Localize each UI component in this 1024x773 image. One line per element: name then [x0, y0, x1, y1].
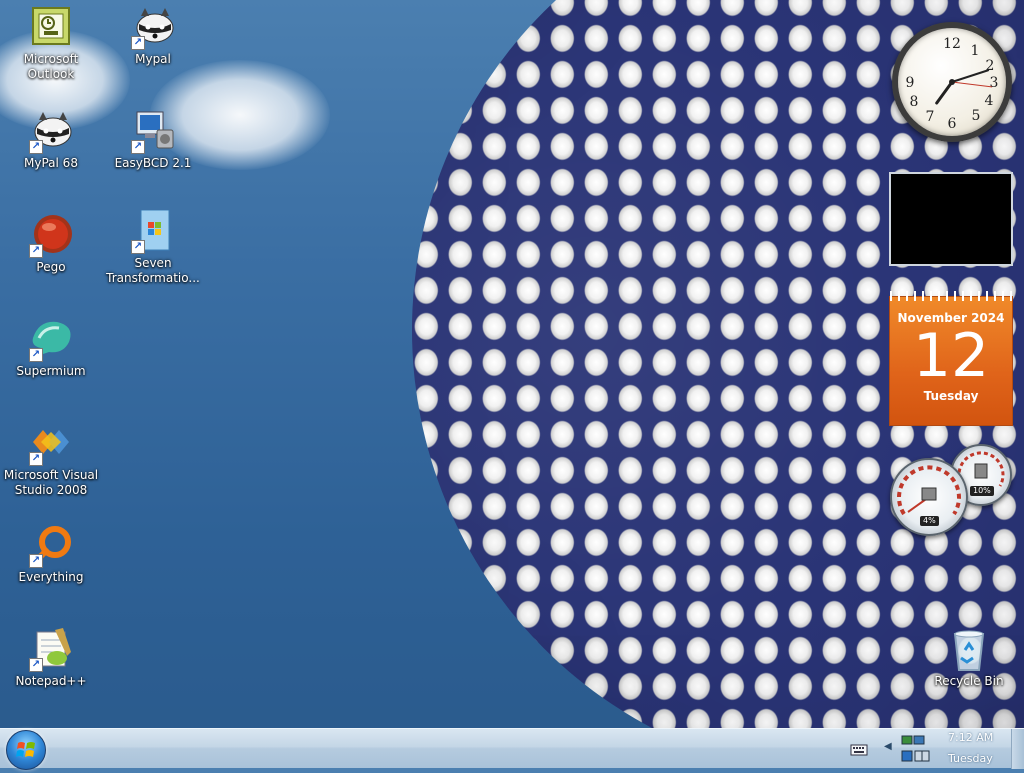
slideshow-gadget[interactable]	[889, 172, 1013, 266]
icon-label: Everything	[18, 570, 84, 584]
icon-label: Seven Transformatio...	[106, 256, 200, 285]
computer-icon: ↗	[131, 110, 175, 154]
shortcut-arrow-icon: ↗	[29, 658, 43, 672]
svg-text:6: 6	[948, 116, 957, 132]
memory-value: 10%	[970, 486, 994, 496]
keyboard-icon[interactable]	[850, 741, 868, 757]
shortcut-arrow-icon: ↗	[29, 452, 43, 466]
icon-label: Supermium	[16, 364, 86, 378]
desktop[interactable]: Microsoft Outlook ↗ Mypal ↗ MyPal 68 ↗ E…	[0, 0, 1024, 728]
cpu-value: 4%	[920, 516, 939, 526]
calendar-day: 12	[912, 321, 990, 391]
desktop-icon-easybcd[interactable]: ↗ EasyBCD 2.1	[103, 110, 203, 171]
icon-label: Notepad++	[15, 674, 87, 688]
clock-face-icon: 12 12 345 678 9	[906, 36, 999, 132]
windows-box-icon: ↗	[131, 209, 175, 254]
taskbar-clock-time[interactable]: 7:12 AM	[948, 731, 993, 744]
shortcut-arrow-icon: ↗	[131, 140, 145, 154]
clock-minute-hand	[951, 69, 990, 83]
show-hidden-icons-arrow-icon[interactable]: ◀	[884, 741, 892, 752]
notepad-icon: ↗	[29, 628, 73, 672]
taskbar-clock-day[interactable]: Tuesday	[948, 752, 993, 765]
volume-icon	[901, 750, 930, 762]
cpu-meter-gadget[interactable]: 10% 4%	[888, 444, 1014, 540]
svg-text:5: 5	[972, 108, 981, 124]
windows-logo-icon	[16, 742, 35, 757]
shortcut-arrow-icon: ↗	[29, 244, 43, 258]
icon-label: Pego	[36, 260, 66, 274]
desktop-icon-seven-transformation[interactable]: ↗ Seven Transformatio...	[103, 209, 203, 286]
tray-icons	[901, 735, 930, 762]
calendar-rings	[890, 291, 1014, 301]
icon-label: Microsoft Visual Studio 2008	[3, 468, 99, 497]
icon-label: Microsoft Outlook	[23, 52, 79, 81]
clock-second-hand	[951, 81, 993, 88]
show-desktop-button[interactable]	[1011, 729, 1024, 769]
desktop-icon-everything[interactable]: ↗ Everything	[1, 524, 101, 585]
desktop-icon-visual-studio-2008[interactable]: ↗ Microsoft Visual Studio 2008	[1, 422, 101, 498]
network-icon	[901, 735, 925, 745]
svg-text:9: 9	[906, 75, 915, 91]
icon-label: MyPal 68	[24, 156, 78, 170]
icon-label: Mypal	[135, 52, 171, 66]
icon-label: EasyBCD 2.1	[114, 156, 192, 170]
shortcut-arrow-icon: ↗	[131, 240, 145, 254]
red-orb-icon: ↗	[29, 214, 73, 258]
visual-studio-icon: ↗	[29, 422, 73, 466]
calendar-gadget[interactable]: November 2024 12 Tuesday	[889, 291, 1014, 426]
desktop-icon-mypal-68[interactable]: ↗ MyPal 68	[1, 110, 101, 171]
icon-label: Recycle Bin	[934, 674, 1004, 688]
recycle-bin-icon	[947, 628, 991, 672]
taskbar: ◀ 7:12 AM Tuesday	[0, 728, 1024, 770]
calendar-weekday: Tuesday	[923, 389, 979, 403]
svg-text:7: 7	[926, 109, 935, 125]
raccoon-icon: ↗	[131, 6, 175, 50]
cpu-meter: 4%	[890, 458, 968, 536]
magnifier-icon: ↗	[29, 524, 73, 568]
svg-text:3: 3	[990, 75, 999, 91]
shortcut-arrow-icon: ↗	[29, 140, 43, 154]
desktop-icon-recycle-bin[interactable]: Recycle Bin	[919, 628, 1019, 689]
svg-text:4: 4	[985, 93, 994, 109]
desktop-icon-notepad-plus-plus[interactable]: ↗ Notepad++	[1, 628, 101, 689]
svg-text:1: 1	[971, 43, 980, 59]
svg-text:12: 12	[943, 36, 961, 52]
shortcut-arrow-icon: ↗	[131, 36, 145, 50]
outlook-icon	[29, 6, 73, 50]
desktop-icon-mypal[interactable]: ↗ Mypal	[103, 6, 203, 67]
raccoon-icon: ↗	[29, 110, 73, 154]
desktop-icon-pego[interactable]: ↗ Pego	[1, 214, 101, 275]
start-button[interactable]	[6, 730, 46, 770]
clock-hour-hand	[935, 80, 954, 105]
desktop-icon-microsoft-outlook[interactable]: Microsoft Outlook	[1, 6, 101, 82]
shortcut-arrow-icon: ↗	[29, 554, 43, 568]
svg-text:8: 8	[910, 94, 919, 110]
supermium-icon: ↗	[29, 318, 73, 362]
shortcut-arrow-icon: ↗	[29, 348, 43, 362]
clock-gadget[interactable]: 12 1 2 345 678 9	[892, 22, 1012, 142]
desktop-icon-supermium[interactable]: ↗ Supermium	[1, 318, 101, 379]
